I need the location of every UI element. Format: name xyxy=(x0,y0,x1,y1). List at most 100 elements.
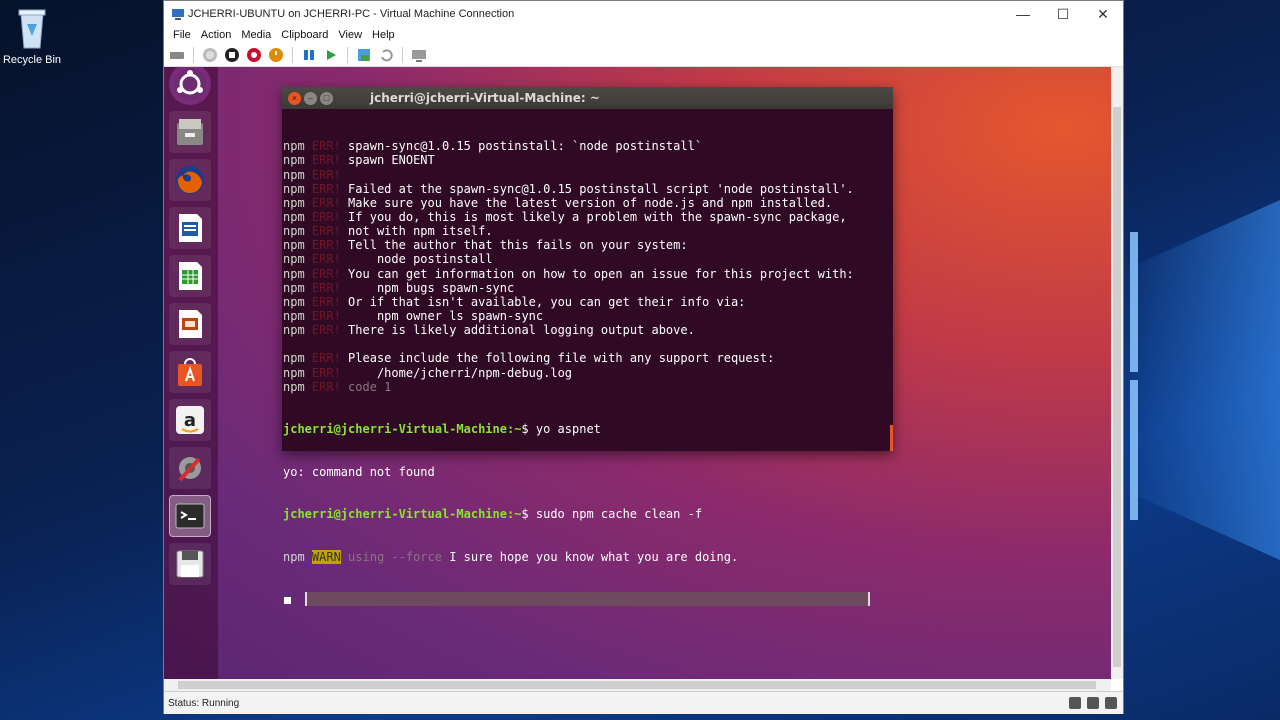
terminal-line: npm ERR! npm owner ls spawn-sync xyxy=(283,309,893,323)
npm-prefix: npm xyxy=(283,195,305,210)
windows-logo-pane xyxy=(1130,380,1138,520)
vertical-scrollbar[interactable] xyxy=(1111,67,1123,679)
files-icon[interactable] xyxy=(169,111,211,153)
menu-help[interactable]: Help xyxy=(367,29,400,41)
terminal-line: npm ERR! xyxy=(283,168,893,182)
terminal-text: /home/jcherri/npm-debug.log xyxy=(340,365,573,380)
terminal-line: npm ERR! /home/jcherri/npm-debug.log xyxy=(283,366,893,380)
vm-connection-window: JCHERRI-UBUNTU on JCHERRI-PC - Virtual M… xyxy=(163,0,1124,714)
terminal-text: npm owner ls spawn-sync xyxy=(340,309,544,323)
menu-view[interactable]: View xyxy=(333,29,367,41)
terminal-window[interactable]: × – □ jcherri@jcherri-Virtual-Machine: ~… xyxy=(282,87,893,606)
revert-button[interactable] xyxy=(377,46,395,64)
ubuntu-software-icon[interactable] xyxy=(169,351,211,393)
err-badge: ERR! xyxy=(311,323,341,338)
libreoffice-impress-icon[interactable] xyxy=(169,303,211,345)
scroll-thumb[interactable] xyxy=(1113,107,1121,667)
terminal-line: npm ERR! Or if that isn't available, you… xyxy=(283,295,893,309)
npm-prefix: npm xyxy=(283,252,305,267)
terminal-text: Make sure you have the latest version of… xyxy=(340,195,833,210)
terminal-resize-edge[interactable] xyxy=(890,425,893,451)
terminal-close-button[interactable]: × xyxy=(288,91,301,105)
horizontal-scrollbar[interactable] xyxy=(164,679,1111,691)
terminal-cursor xyxy=(284,596,291,604)
terminal-line: npm ERR! spawn-sync@1.0.15 postinstall: … xyxy=(283,139,893,153)
terminal-maximize-button[interactable]: □ xyxy=(320,91,333,105)
terminal-text: You can get information on how to open a… xyxy=(340,266,854,281)
err-badge: ERR! xyxy=(311,379,341,394)
system-settings-icon[interactable] xyxy=(169,447,211,489)
amazon-icon[interactable]: a xyxy=(169,399,211,441)
recycle-bin-icon xyxy=(15,6,49,50)
unity-launcher: a xyxy=(164,67,218,679)
terminal-output[interactable]: npm ERR! spawn-sync@1.0.15 postinstall: … xyxy=(282,109,893,636)
libreoffice-calc-icon[interactable] xyxy=(169,255,211,297)
shell-prompt: jcherri@jcherri-Virtual-Machine:~ xyxy=(283,422,522,437)
close-button[interactable]: ✕ xyxy=(1083,1,1123,27)
npm-prefix: npm xyxy=(283,238,305,253)
err-badge: ERR! xyxy=(311,252,341,267)
npm-prefix: npm xyxy=(283,351,305,366)
shut-down-button[interactable] xyxy=(245,46,263,64)
pause-button[interactable] xyxy=(300,46,318,64)
err-badge: ERR! xyxy=(311,238,341,253)
turn-off-button[interactable] xyxy=(223,46,241,64)
npm-prefix: npm xyxy=(283,210,305,225)
menu-file[interactable]: File xyxy=(168,29,196,41)
menu-clipboard[interactable]: Clipboard xyxy=(276,29,333,41)
menu-action[interactable]: Action xyxy=(196,29,237,41)
windows-logo-pane xyxy=(1130,232,1138,372)
maximize-button[interactable]: ☐ xyxy=(1043,1,1083,27)
status-text: Status: Running xyxy=(168,697,240,709)
resume-button[interactable] xyxy=(322,46,340,64)
terminal-title: jcherri@jcherri-Virtual-Machine: ~ xyxy=(370,91,600,105)
terminal-titlebar[interactable]: × – □ jcherri@jcherri-Virtual-Machine: ~ xyxy=(282,87,893,109)
terminal-line: npm ERR! If you do, this is most likely … xyxy=(283,210,893,224)
terminal-text: spawn ENOENT xyxy=(340,153,435,168)
recycle-bin[interactable]: Recycle Bin xyxy=(2,6,62,66)
save-button[interactable] xyxy=(267,46,285,64)
err-badge: ERR! xyxy=(311,365,341,380)
enhanced-session-button[interactable] xyxy=(410,46,428,64)
windows-wallpaper-light xyxy=(1120,200,1280,560)
err-badge: ERR! xyxy=(311,280,341,295)
scroll-thumb[interactable] xyxy=(178,681,1096,689)
minimize-button[interactable]: — xyxy=(1003,1,1043,27)
ubuntu-dash-icon[interactable] xyxy=(169,67,211,105)
warn-flag: using --force xyxy=(340,549,442,564)
floppy-disk-icon[interactable] xyxy=(169,543,211,585)
status-bar: Status: Running xyxy=(164,691,1123,714)
svg-text:a: a xyxy=(184,410,196,431)
menu-media[interactable]: Media xyxy=(236,29,276,41)
npm-prefix: npm xyxy=(283,309,305,323)
err-badge: ERR! xyxy=(311,181,341,196)
checkpoint-button[interactable] xyxy=(355,46,373,64)
progress-line xyxy=(283,591,893,608)
err-badge: ERR! xyxy=(311,309,341,323)
ctrl-alt-del-button[interactable] xyxy=(168,46,186,64)
terminal-text: There is likely additional logging outpu… xyxy=(340,323,695,338)
err-badge: ERR! xyxy=(311,266,341,281)
terminal-line: npm ERR! Make sure you have the latest v… xyxy=(283,196,893,210)
terminal-icon[interactable] xyxy=(169,495,211,537)
toolbar xyxy=(164,43,1123,67)
libreoffice-writer-icon[interactable] xyxy=(169,207,211,249)
npm-prefix: npm xyxy=(283,323,305,338)
recycle-bin-label: Recycle Bin xyxy=(2,54,62,66)
terminal-minimize-button[interactable]: – xyxy=(304,91,317,105)
npm-prefix: npm xyxy=(283,294,305,309)
warn-text: I sure hope you know what you are doing. xyxy=(441,549,739,564)
err-badge: ERR! xyxy=(311,351,341,366)
firefox-icon[interactable] xyxy=(169,159,211,201)
terminal-line: npm ERR! Please include the following fi… xyxy=(283,351,893,365)
terminal-line: npm ERR! node postinstall xyxy=(283,252,893,266)
terminal-text: Please include the following file with a… xyxy=(340,351,775,366)
terminal-line: jcherri@jcherri-Virtual-Machine:~$ sudo … xyxy=(283,507,893,521)
window-titlebar[interactable]: JCHERRI-UBUNTU on JCHERRI-PC - Virtual M… xyxy=(164,1,1123,27)
err-badge: ERR! xyxy=(311,195,341,210)
vm-guest-screen[interactable]: a × – □ jcherri@jcherri-Virtual-Machine:… xyxy=(164,67,1111,679)
terminal-text: node postinstall xyxy=(340,252,493,267)
window-title: JCHERRI-UBUNTU on JCHERRI-PC - Virtual M… xyxy=(188,8,515,20)
start-button[interactable] xyxy=(201,46,219,64)
